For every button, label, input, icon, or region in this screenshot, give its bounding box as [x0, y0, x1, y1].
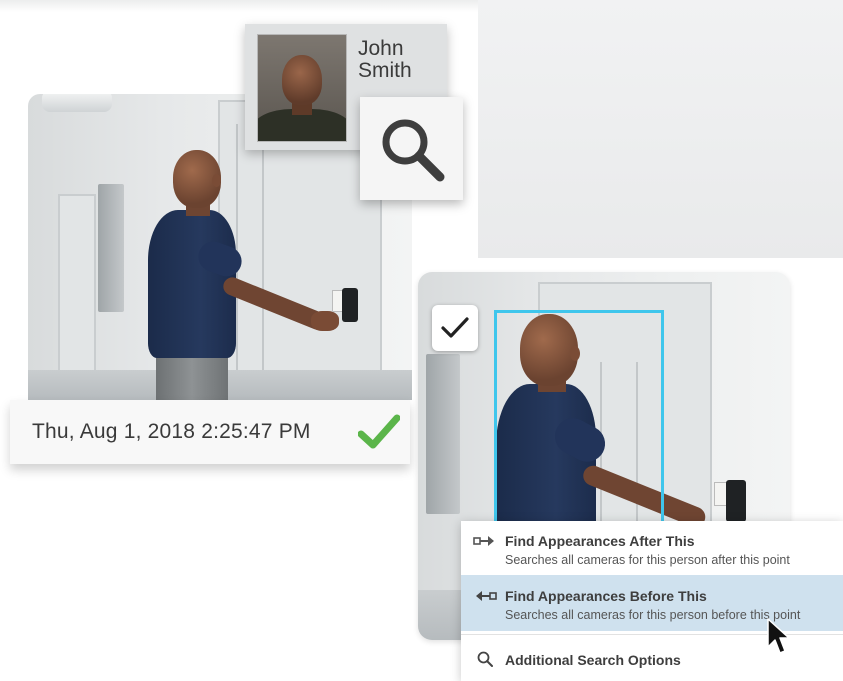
background-fade: [0, 0, 478, 12]
check-icon: [441, 317, 469, 338]
menu-item-title: Find Appearances After This: [505, 533, 695, 549]
wall-panel: [426, 354, 460, 514]
last-name: Smith: [358, 59, 412, 82]
search-button[interactable]: [360, 97, 463, 200]
menu-item-title: Find Appearances Before This: [505, 588, 707, 604]
ceiling-pipe: [42, 94, 112, 112]
card-reader: [342, 288, 358, 322]
person-legs: [156, 352, 228, 400]
mouse-cursor-icon: [767, 618, 790, 654]
check-icon: [358, 414, 400, 449]
arrow-left-icon: [476, 591, 497, 601]
select-checkbox[interactable]: [432, 305, 478, 351]
profile-name: John Smith: [358, 38, 412, 82]
background-panel: [478, 0, 843, 258]
menu-item-title: Additional Search Options: [505, 652, 681, 668]
detection-box[interactable]: [494, 310, 664, 530]
menu-item-subtitle: Searches all cameras for this person aft…: [505, 553, 790, 567]
menu-item-find-after[interactable]: Find Appearances After This Searches all…: [461, 521, 843, 575]
search-icon: [477, 651, 493, 667]
timestamp-bar: Thu, Aug 1, 2018 2:25:47 PM: [10, 400, 410, 464]
timestamp-text: Thu, Aug 1, 2018 2:25:47 PM: [32, 420, 311, 443]
wall-panel: [98, 184, 124, 312]
menu-item-subtitle: Searches all cameras for this person bef…: [505, 608, 801, 622]
arrow-right-icon: [473, 536, 494, 546]
card-reader: [726, 480, 746, 522]
profile-photo: [257, 34, 347, 142]
search-icon: [382, 119, 444, 181]
context-menu: Find Appearances After This Searches all…: [461, 521, 843, 681]
first-name: John: [358, 37, 404, 60]
